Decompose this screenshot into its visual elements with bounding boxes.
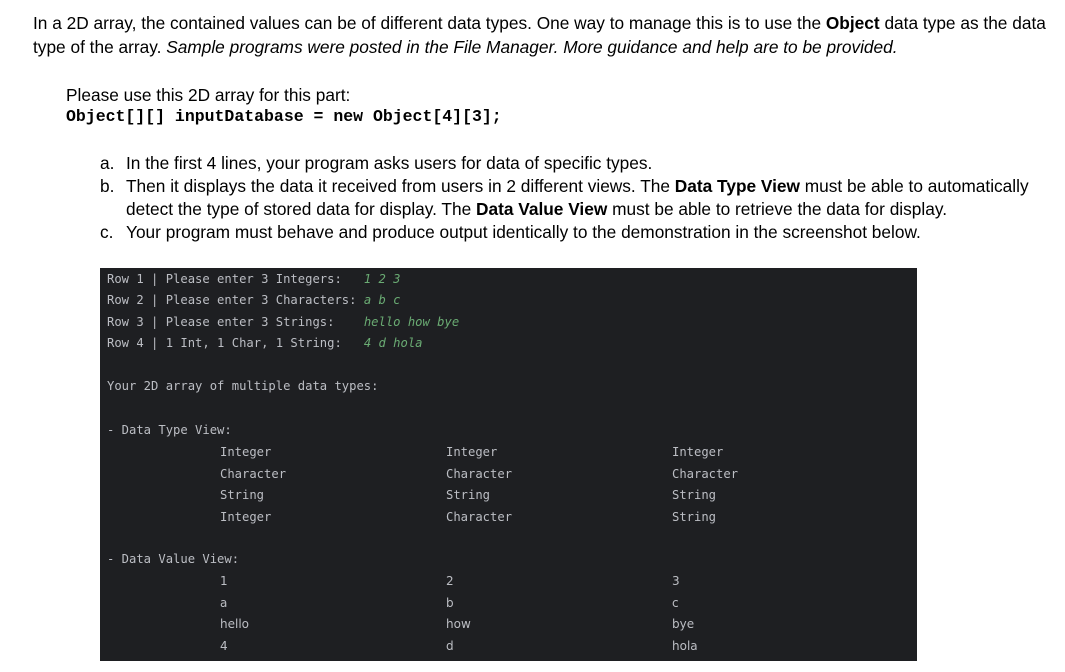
prompt-line: Row 1 | Please enter 3 Integers: 1 2 3: [107, 269, 401, 290]
type-view-heading: - Data Type View:: [107, 423, 232, 437]
grid-cell: String: [446, 488, 491, 502]
list-text: In the first 4 lines, your program asks …: [126, 153, 653, 173]
grid-cell: 2: [446, 574, 454, 588]
grid-cell: hola: [672, 638, 698, 653]
grid-cell: b: [446, 595, 454, 610]
user-input: a b c: [363, 293, 401, 307]
array-intro: Please use this 2D array for this part:: [66, 85, 351, 105]
data-value-view-term: Data Value View: [476, 199, 608, 219]
data-type-view-term: Data Type View: [674, 176, 800, 196]
grid-cell: Character: [220, 466, 287, 481]
grid-cell: Integer: [220, 445, 272, 459]
grid-cell: how: [446, 617, 471, 631]
prompt-label: Row 1 | Please enter 3 Integers:: [107, 272, 364, 286]
list-item: b. Then it displays the data it received…: [100, 175, 1040, 221]
summary-line: Your 2D array of multiple data types:: [107, 379, 379, 393]
requirements-list: a. In the first 4 lines, your program as…: [100, 152, 1040, 244]
prompt-label: Row 3 | Please enter 3 Strings:: [107, 315, 364, 329]
list-text-part: must be able to retrieve the data for di…: [607, 199, 948, 219]
user-input: hello how bye: [363, 315, 460, 329]
list-marker: a.: [100, 153, 115, 173]
grid-cell: String: [672, 509, 717, 524]
description-paragraph: In a 2D array, the contained values can …: [33, 11, 1053, 59]
grid-cell: d: [446, 638, 454, 653]
user-input: 4 d hola: [363, 336, 423, 350]
grid-cell: Integer: [446, 445, 498, 459]
array-declaration-code: Object[][] inputDatabase = new Object[4]…: [66, 107, 502, 126]
prompt-line: Row 3 | Please enter 3 Strings: hello ho…: [107, 312, 459, 333]
prompt-line: Row 4 | 1 Int, 1 Char, 1 String: 4 d hol…: [107, 333, 423, 354]
grid-cell: 1: [220, 574, 228, 588]
grid-cell: Character: [446, 509, 513, 524]
grid-cell: String: [220, 488, 265, 502]
paragraph-text: In a 2D array, the contained values can …: [33, 13, 826, 33]
list-item: a. In the first 4 lines, your program as…: [100, 152, 1040, 175]
grid-cell: 4: [220, 638, 228, 653]
object-keyword: Object: [825, 13, 880, 33]
grid-cell: Integer: [672, 445, 724, 459]
prompt-line: Row 2 | Please enter 3 Characters: a b c: [107, 290, 401, 311]
grid-cell: Character: [446, 466, 513, 481]
list-item: c. Your program must behave and produce …: [100, 221, 1040, 244]
prompt-label: Row 2 | Please enter 3 Characters:: [107, 293, 364, 307]
paragraph-note: Sample programs were posted in the File …: [166, 37, 898, 57]
grid-cell: String: [672, 488, 717, 502]
prompt-label: Row 4 | 1 Int, 1 Char, 1 String:: [107, 336, 364, 350]
grid-cell: hello: [220, 617, 249, 631]
console-output-screenshot: Row 1 | Please enter 3 Integers: 1 2 3 R…: [100, 268, 917, 661]
list-text: Then it displays the data it received fr…: [126, 175, 1040, 221]
grid-cell: 3: [672, 574, 680, 588]
grid-cell: Integer: [220, 509, 272, 524]
list-text-part: Then it displays the data it received fr…: [126, 176, 675, 196]
grid-cell: c: [672, 595, 679, 610]
list-text: Your program must behave and produce out…: [126, 222, 921, 242]
user-input: 1 2 3: [363, 272, 401, 286]
value-view-heading: - Data Value View:: [107, 552, 240, 566]
grid-cell: bye: [672, 617, 695, 631]
list-marker: c.: [100, 222, 114, 242]
grid-cell: Character: [672, 466, 739, 481]
grid-cell: a: [220, 595, 228, 610]
list-marker: b.: [100, 176, 115, 196]
